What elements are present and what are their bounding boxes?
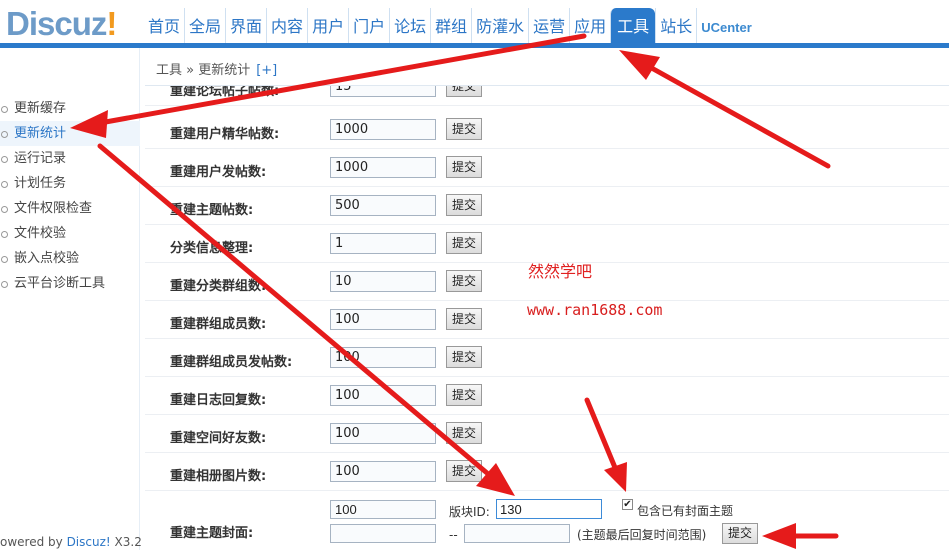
breadcrumb-expand-button[interactable]: [+]: [256, 63, 277, 78]
logo-brand-name: Discuz: [6, 5, 107, 42]
row-label: 重建日志回复数:: [170, 393, 267, 408]
sidebar-item-cloud-diagnostics[interactable]: 云平台诊断工具: [0, 271, 140, 296]
nav-webmaster[interactable]: 站长: [655, 8, 696, 44]
row-label: 重建分类群组数:: [170, 279, 267, 294]
sidebar-item-hook-check[interactable]: 嵌入点校验: [0, 246, 140, 271]
row-count-input[interactable]: [330, 461, 436, 482]
nav-operation[interactable]: 运营: [528, 8, 569, 44]
submit-button[interactable]: 提交: [446, 308, 482, 330]
row-label: 重建相册图片数:: [170, 469, 267, 484]
sidebar-item-update-stats[interactable]: 更新统计: [0, 121, 140, 146]
row-label: 重建群组成员数:: [170, 317, 267, 332]
cover-count-input[interactable]: [330, 500, 436, 519]
submit-button[interactable]: 提交: [446, 86, 482, 97]
row-label: 重建群组成员发帖数:: [170, 355, 293, 370]
header: Discuz! Control Panel 首页 全局 界面 内容 用户 门户 …: [0, 0, 949, 58]
row-count-input[interactable]: [330, 195, 436, 216]
row-label: 重建论坛帖子帖数:: [170, 86, 280, 99]
nav-ucenter[interactable]: UCenter: [696, 8, 756, 44]
nav-portal[interactable]: 门户: [348, 8, 389, 44]
cover-range-start-input[interactable]: [330, 524, 436, 543]
row-label: 重建用户精华帖数:: [170, 127, 280, 142]
logo-brand: Discuz!: [6, 6, 136, 42]
powered-by-text: owered by: [0, 535, 67, 549]
row-count-input[interactable]: [330, 423, 436, 444]
nav-home[interactable]: 首页: [144, 8, 184, 44]
nav-users[interactable]: 用户: [307, 8, 348, 44]
include-cover-checkbox[interactable]: ✔: [622, 499, 633, 510]
top-nav: 首页 全局 界面 内容 用户 门户 论坛 群组 防灌水 运营 应用 工具 站长 …: [144, 8, 756, 44]
sidebar-item-file-permissions[interactable]: 文件权限检查: [0, 196, 140, 221]
row-count-input[interactable]: [330, 309, 436, 330]
nav-forum[interactable]: 论坛: [389, 8, 430, 44]
row-count-input[interactable]: [330, 233, 436, 254]
nav-interface[interactable]: 界面: [225, 8, 266, 44]
breadcrumb: 工具 » 更新统计 [+]: [156, 59, 277, 78]
submit-button[interactable]: 提交: [446, 194, 482, 216]
row-label: 分类信息整理:: [170, 241, 254, 256]
table-row: 重建群组成员发帖数: 提交: [145, 339, 949, 377]
row-count-input[interactable]: [330, 385, 436, 406]
nav-apps[interactable]: 应用: [569, 8, 610, 44]
table-row: 重建空间好友数: 提交: [145, 415, 949, 453]
watermark-url: www.ran1688.com: [527, 301, 663, 319]
nav-antispam[interactable]: 防灌水: [471, 8, 528, 44]
row-count-input[interactable]: [330, 86, 436, 97]
watermark-title: 然然学吧: [528, 262, 593, 281]
block-id-input[interactable]: [496, 499, 602, 519]
range-hint: (主题最后回复时间范围): [577, 528, 707, 542]
table-row: 重建相册图片数: 提交: [145, 453, 949, 491]
submit-button[interactable]: 提交: [446, 232, 482, 254]
table-row: 重建用户精华帖数: 提交: [145, 111, 949, 149]
cover-range-end-input[interactable]: [464, 524, 570, 543]
sidebar: 更新缓存 更新统计 运行记录 计划任务 文件权限检查 文件校验 嵌入点校验 云平…: [0, 48, 142, 550]
include-cover-label: 包含已有封面主题: [637, 504, 734, 518]
submit-button[interactable]: 提交: [446, 346, 482, 368]
cover-row: 重建主题封面: 版块ID: ✔ 包含已有封面主题 -- (主题最后回复时间范围)…: [145, 494, 949, 550]
cover-submit-button[interactable]: 提交: [722, 523, 758, 544]
submit-button[interactable]: 提交: [446, 156, 482, 178]
table-row: 重建论坛帖子帖数: 提交: [145, 86, 949, 106]
nav-tools[interactable]: 工具: [610, 8, 656, 44]
submit-button[interactable]: 提交: [446, 118, 482, 140]
row-label: 重建空间好友数:: [170, 431, 267, 446]
sidebar-item-file-check[interactable]: 文件校验: [0, 221, 140, 246]
row-label: 重建用户发帖数:: [170, 165, 267, 180]
powered-by: owered by Discuz! X3.2: [0, 535, 142, 549]
breadcrumb-bar: 工具 » 更新统计 [+]: [145, 48, 949, 86]
submit-button[interactable]: 提交: [446, 384, 482, 406]
nav-content[interactable]: 内容: [266, 8, 307, 44]
row-count-input[interactable]: [330, 347, 436, 368]
row-label: 重建主题帖数:: [170, 203, 254, 218]
table-row: 重建主题帖数: 提交: [145, 187, 949, 225]
powered-by-link[interactable]: Discuz!: [67, 535, 111, 549]
sidebar-menu: 更新缓存 更新统计 运行记录 计划任务 文件权限检查 文件校验 嵌入点校验 云平…: [0, 96, 140, 296]
nav-global[interactable]: 全局: [184, 8, 225, 44]
powered-by-version: X3.2: [110, 535, 142, 549]
logo-brand-mark: !: [106, 5, 117, 42]
submit-button[interactable]: 提交: [446, 460, 482, 482]
row-count-input[interactable]: [330, 157, 436, 178]
nav-group[interactable]: 群组: [430, 8, 471, 44]
sidebar-item-update-cache[interactable]: 更新缓存: [0, 96, 140, 121]
submit-button[interactable]: 提交: [446, 270, 482, 292]
row-count-input[interactable]: [330, 271, 436, 292]
row-count-input[interactable]: [330, 119, 436, 140]
sidebar-item-run-log[interactable]: 运行记录: [0, 146, 140, 171]
range-separator: --: [449, 528, 458, 542]
sidebar-item-scheduled-tasks[interactable]: 计划任务: [0, 171, 140, 196]
block-id-label: 版块ID:: [449, 505, 490, 519]
breadcrumb-path: 工具 » 更新统计: [156, 63, 251, 78]
cover-label: 重建主题封面:: [170, 526, 254, 541]
table-row: 重建日志回复数: 提交: [145, 377, 949, 415]
table-row: 重建用户发帖数: 提交: [145, 149, 949, 187]
submit-button[interactable]: 提交: [446, 422, 482, 444]
